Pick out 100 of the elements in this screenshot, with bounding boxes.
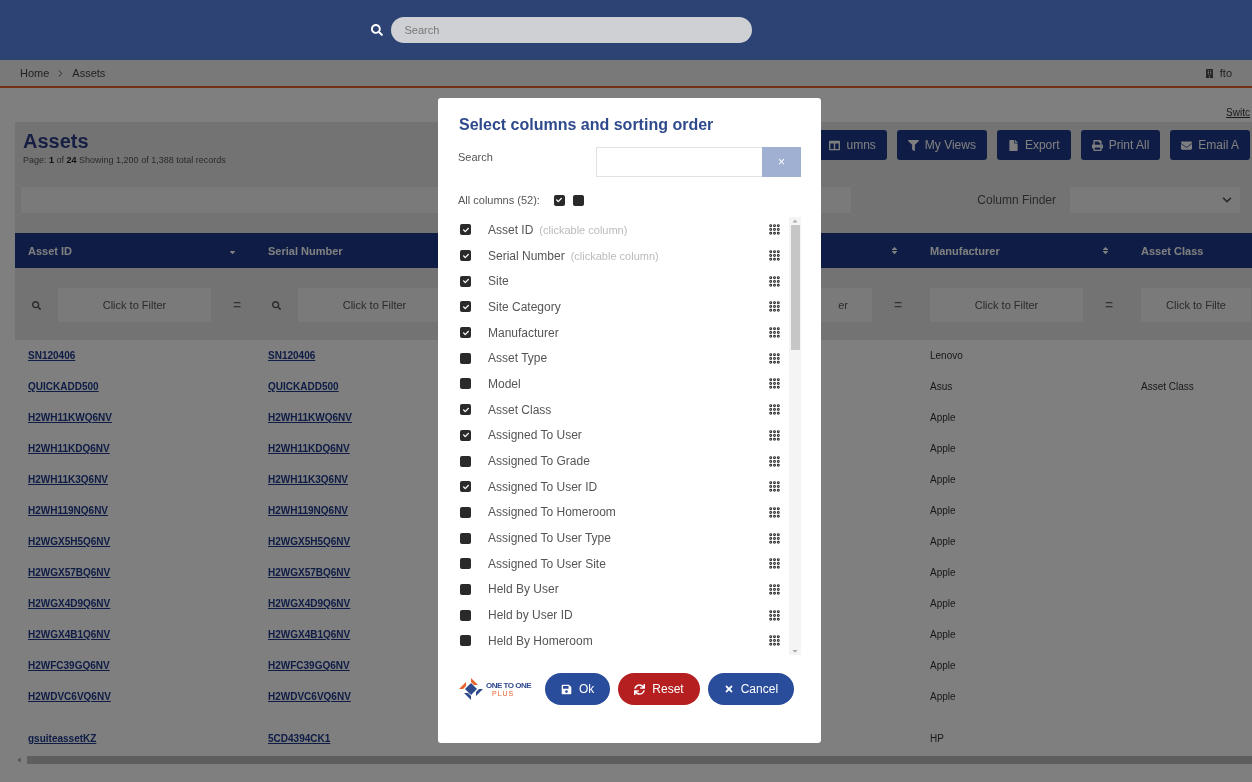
table-cell-text: Apple (929, 536, 957, 547)
table-cell-text: Lenovo (929, 350, 964, 361)
checkbox[interactable] (460, 481, 471, 493)
table-link[interactable]: SN120406 (15, 350, 255, 361)
printer-icon (1091, 139, 1103, 151)
drag-handle-icon[interactable] (768, 326, 781, 340)
cancel-button[interactable]: Cancel (707, 673, 795, 705)
column-option: Model (488, 376, 521, 391)
export-button[interactable]: Export (996, 130, 1071, 160)
close-icon (723, 684, 734, 694)
logo-icon (458, 677, 484, 701)
drag-handle-icon[interactable] (768, 634, 781, 648)
user-name[interactable]: fto (1219, 67, 1232, 79)
checkbox[interactable] (460, 378, 471, 390)
checkbox[interactable] (460, 635, 471, 647)
checkbox[interactable] (460, 250, 471, 262)
select-all-button[interactable] (553, 194, 565, 206)
operator-button[interactable]: = (1095, 296, 1123, 314)
table-link[interactable]: H2WH11KDQ6NV (15, 443, 255, 454)
clear-button[interactable]: × (762, 147, 801, 177)
scroll-thumb[interactable] (790, 225, 800, 350)
column-option: Assigned To User Site (488, 556, 606, 571)
table-link[interactable]: H2WGX5H5Q6NV (15, 536, 255, 547)
page-summary: Page: 1 of 24 Showing 1,200 of 1,388 total records (23, 155, 226, 165)
drag-handle-icon[interactable] (768, 300, 781, 314)
drag-handle-icon[interactable] (768, 274, 781, 288)
column-header[interactable]: Manufacturer (930, 244, 1000, 257)
breadcrumb-item[interactable]: Home (20, 67, 50, 79)
column-option: Serial Number (488, 248, 565, 263)
print-all-button[interactable]: Print All (1080, 130, 1161, 160)
sort-icon[interactable] (1101, 246, 1110, 255)
table-link[interactable]: H2WH11KWQ6NV (15, 412, 255, 423)
email-button[interactable]: Email A (1170, 130, 1250, 160)
checkbox[interactable] (460, 352, 471, 364)
column-header[interactable]: Asset ID (28, 244, 73, 257)
vertical-scrollbar[interactable] (789, 217, 801, 655)
table-cell-text: Asset Class (1140, 381, 1195, 392)
operator-button[interactable]: = (884, 296, 912, 314)
table-link[interactable]: gsuiteassetKZ (15, 732, 255, 744)
ok-button[interactable]: Ok (545, 673, 611, 705)
switch-link[interactable]: Switc (1226, 107, 1250, 118)
filter-field[interactable]: Click to Filter (930, 288, 1083, 322)
table-cell-text: Apple (929, 691, 957, 702)
sort-icon[interactable] (890, 246, 899, 255)
columns-button[interactable]: umns (818, 130, 887, 160)
table-link[interactable]: H2WH119NQ6NV (15, 505, 255, 516)
my-views-button[interactable]: My Views (896, 130, 987, 160)
drag-handle-icon[interactable] (768, 249, 781, 263)
operator-button[interactable]: = (223, 296, 251, 314)
filter-field[interactable]: Click to Filte (1141, 288, 1251, 322)
checkbox[interactable] (460, 609, 471, 621)
checkbox[interactable] (460, 429, 471, 441)
breadcrumb-item[interactable]: Assets (72, 67, 106, 79)
checkbox[interactable] (460, 224, 471, 236)
search-label: Search (458, 151, 493, 163)
drag-handle-icon[interactable] (768, 582, 781, 596)
column-option: Site (488, 274, 509, 289)
table-link[interactable]: QUICKADD500 (15, 381, 255, 392)
drag-handle-icon[interactable] (768, 223, 781, 237)
column-option: Site Category (488, 299, 561, 314)
table-cell-text: Apple (929, 505, 957, 516)
table-link[interactable]: H2WDVC6VQ6NV (15, 691, 255, 702)
checkbox[interactable] (460, 301, 471, 313)
page-title: Assets (23, 130, 90, 153)
table-cell-text: Apple (929, 443, 957, 454)
columns-icon (829, 139, 841, 151)
table-link[interactable]: H2WGX4D9Q6NV (15, 598, 255, 609)
checkbox[interactable] (460, 532, 471, 544)
table-link[interactable]: H2WGX4B1Q6NV (15, 629, 255, 640)
drag-handle-icon[interactable] (768, 351, 781, 365)
drag-handle-icon[interactable] (768, 377, 781, 391)
file-icon (1007, 139, 1019, 151)
drag-handle-icon[interactable] (768, 403, 781, 417)
checkbox[interactable] (460, 558, 471, 570)
filter-field[interactable]: Click to Filter (58, 288, 211, 322)
drag-handle-icon[interactable] (768, 531, 781, 545)
drag-handle-icon[interactable] (768, 608, 781, 622)
table-link[interactable]: H2WFC39GQ6NV (15, 660, 255, 671)
column-option: Assigned To User (488, 428, 582, 443)
horizontal-scrollbar[interactable] (15, 754, 1252, 766)
reset-button[interactable]: Reset (618, 673, 700, 705)
table-cell-text: Apple (929, 412, 957, 423)
column-header[interactable]: Asset Class (1141, 244, 1204, 257)
checkbox[interactable] (460, 506, 471, 518)
drag-handle-icon[interactable] (768, 454, 781, 468)
checkbox[interactable] (460, 275, 471, 287)
drag-handle-icon[interactable] (768, 480, 781, 494)
select-none-button[interactable] (572, 194, 584, 206)
drag-handle-icon[interactable] (768, 505, 781, 519)
search-field[interactable] (596, 147, 762, 177)
drag-handle-icon[interactable] (768, 557, 781, 571)
table-link[interactable]: H2WH11K3Q6NV (15, 474, 255, 485)
search-field[interactable]: Search (390, 17, 752, 43)
checkbox[interactable] (460, 455, 471, 467)
checkbox[interactable] (460, 327, 471, 339)
checkbox[interactable] (460, 583, 471, 595)
table-link[interactable]: H2WGX57BQ6NV (15, 567, 255, 578)
drag-handle-icon[interactable] (768, 428, 781, 442)
checkbox[interactable] (460, 404, 471, 416)
column-header[interactable]: Serial Number (268, 244, 343, 257)
